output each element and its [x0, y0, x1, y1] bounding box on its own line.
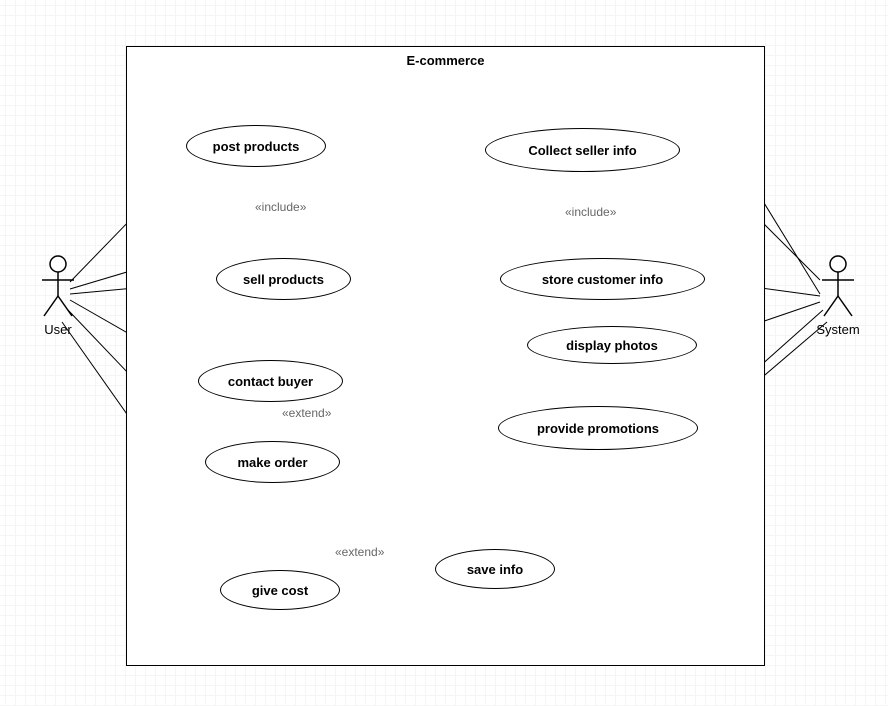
label-extend-cost-save: «extend»: [335, 545, 384, 559]
label-include-collect-store: «include»: [565, 205, 616, 219]
usecase-contact-buyer[interactable]: contact buyer: [198, 360, 343, 402]
label-extend-contact-order: «extend»: [282, 406, 331, 420]
usecase-post-products[interactable]: post products: [186, 125, 326, 167]
label-include-post-sell: «include»: [255, 200, 306, 214]
stickman-icon: [38, 254, 78, 320]
usecase-provide-promotions[interactable]: provide promotions: [498, 406, 698, 450]
usecase-give-cost[interactable]: give cost: [220, 570, 340, 610]
usecase-collect-seller-info[interactable]: Collect seller info: [485, 128, 680, 172]
usecase-sell-products[interactable]: sell products: [216, 258, 351, 300]
usecase-make-order[interactable]: make order: [205, 441, 340, 483]
stickman-icon: [818, 254, 858, 320]
actor-system[interactable]: System: [808, 254, 868, 337]
system-title: E-commerce: [127, 53, 764, 68]
actor-system-label: System: [808, 322, 868, 337]
actor-user-label: User: [36, 322, 80, 337]
usecase-store-customer-info[interactable]: store customer info: [500, 258, 705, 300]
usecase-save-info[interactable]: save info: [435, 549, 555, 589]
usecase-display-photos[interactable]: display photos: [527, 326, 697, 364]
actor-user[interactable]: User: [36, 254, 80, 337]
